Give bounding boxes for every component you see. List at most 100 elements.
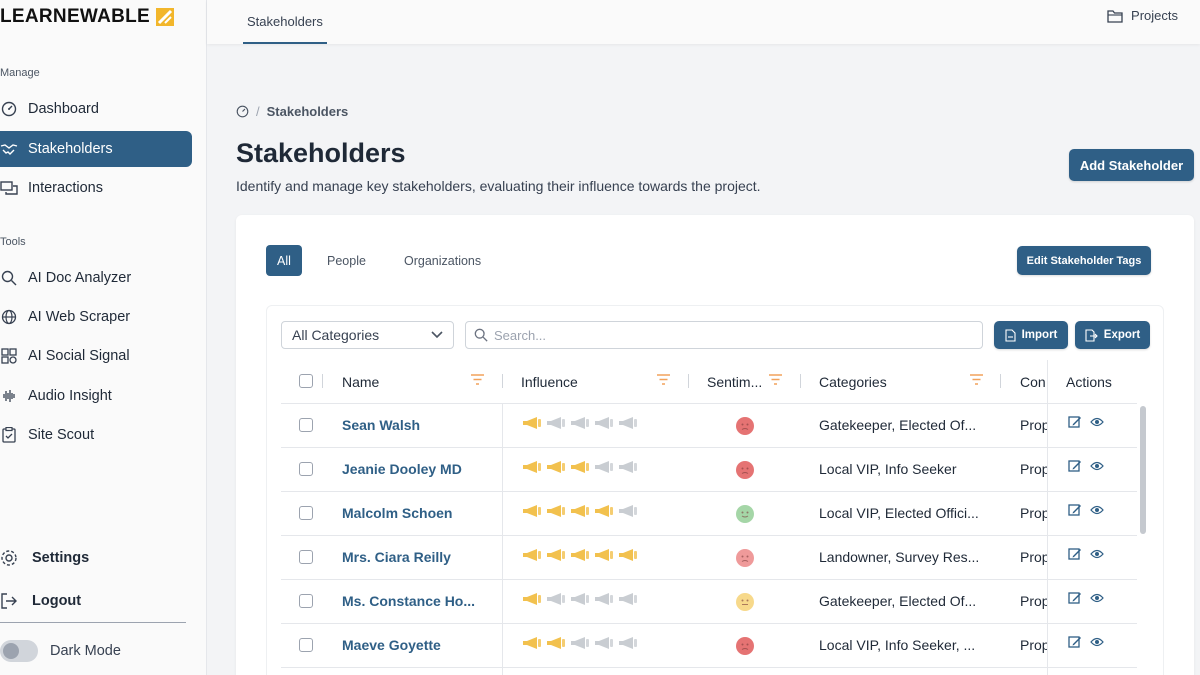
breadcrumb: / Stakeholders (236, 104, 348, 119)
categories-cell: Local VIP, Info Seeker (819, 461, 957, 477)
filter-icon[interactable] (657, 374, 670, 386)
add-stakeholder-button[interactable]: Add Stakeholder (1069, 149, 1194, 181)
row-checkbox[interactable] (299, 550, 313, 564)
sentiment-face-icon (736, 593, 754, 611)
edit-icon[interactable] (1068, 591, 1082, 610)
header-divider (502, 374, 503, 388)
view-eye-icon[interactable] (1090, 591, 1104, 610)
edit-icon[interactable] (1068, 503, 1082, 522)
sentiment-face-icon (736, 461, 754, 479)
tab-stakeholders[interactable]: Stakeholders (243, 0, 327, 44)
sidebar-item-logout[interactable]: Logout (0, 583, 192, 619)
view-eye-icon[interactable] (1090, 503, 1104, 522)
import-button[interactable]: Import (994, 321, 1068, 349)
edit-icon[interactable] (1068, 635, 1082, 654)
row-checkbox[interactable] (299, 594, 313, 608)
row-checkbox[interactable] (299, 506, 313, 520)
search-icon (474, 328, 488, 342)
column-header-sentiment[interactable]: Sentim... (707, 374, 762, 390)
row-separator (281, 491, 1137, 492)
sentiment-face-icon (736, 505, 754, 523)
stakeholder-name-link[interactable]: Malcolm Schoen (342, 505, 452, 521)
contact-cell: Prop (1020, 593, 1047, 609)
view-eye-icon[interactable] (1090, 415, 1104, 434)
influence-rating (521, 636, 639, 655)
filter-icon[interactable] (970, 374, 983, 386)
edit-icon[interactable] (1068, 547, 1082, 566)
filter-icon[interactable] (769, 374, 782, 386)
header-divider (800, 374, 801, 388)
row-checkbox[interactable] (299, 462, 313, 476)
sidebar-item-settings[interactable]: Settings (0, 540, 192, 576)
megaphone-empty-icon (593, 416, 615, 435)
home-icon[interactable] (236, 105, 249, 118)
column-header-contact[interactable]: Con (1020, 374, 1046, 390)
page-title: Stakeholders (236, 138, 406, 168)
stakeholder-name-link[interactable]: Ms. Constance Ho... (342, 593, 475, 609)
stakeholder-name-link[interactable]: Maeve Goyette (342, 637, 441, 653)
tab-people[interactable]: People (317, 245, 376, 276)
tab-all[interactable]: All (266, 245, 302, 276)
categories-cell: Gatekeeper, Elected Of... (819, 417, 977, 433)
stakeholder-name-link[interactable]: Jeanie Dooley MD (342, 461, 462, 477)
row-checkbox[interactable] (299, 638, 313, 652)
sidebar-item-dashboard[interactable]: Dashboard (0, 91, 192, 127)
column-header-name[interactable]: Name (342, 374, 379, 390)
search-input[interactable] (494, 327, 954, 343)
influence-rating (521, 548, 639, 567)
tab-organizations[interactable]: Organizations (394, 245, 491, 276)
contact-cell: Prop (1020, 505, 1047, 521)
edit-stakeholder-tags-button[interactable]: Edit Stakeholder Tags (1017, 246, 1151, 275)
edit-icon[interactable] (1068, 415, 1082, 434)
category-select[interactable]: All Categories (281, 321, 454, 349)
filter-icon[interactable] (471, 374, 484, 386)
sidebar-item-ai-web-scraper[interactable]: AI Web Scraper (0, 299, 192, 335)
view-eye-icon[interactable] (1090, 459, 1104, 478)
sidebar-item-stakeholders[interactable]: Stakeholders (0, 131, 192, 167)
select-all-checkbox[interactable] (299, 374, 313, 388)
row-actions (1068, 415, 1104, 434)
sidebar-item-label: Audio Insight (28, 388, 112, 404)
megaphone-empty-icon (617, 592, 639, 611)
settings-label: Settings (32, 550, 90, 566)
projects-menu[interactable]: Projects (1107, 8, 1178, 23)
edit-icon[interactable] (1068, 459, 1082, 478)
clipboard-icon (0, 426, 18, 444)
logout-icon (0, 592, 18, 610)
logout-label: Logout (32, 593, 82, 609)
breadcrumb-current: Stakeholders (266, 104, 349, 119)
sidebar: LEARNEWABLE Manage Dashboard Stakeholder… (0, 0, 207, 675)
dashboard-icon (0, 100, 18, 118)
megaphone-empty-icon (593, 592, 615, 611)
sidebar-item-interactions[interactable]: Interactions (0, 170, 192, 206)
sidebar-item-ai-doc-analyzer[interactable]: AI Doc Analyzer (0, 260, 192, 296)
sidebar-item-site-scout[interactable]: Site Scout (0, 417, 192, 453)
search-box[interactable] (465, 321, 983, 349)
stakeholder-name-link[interactable]: Sean Walsh (342, 417, 420, 433)
projects-label: Projects (1131, 8, 1178, 23)
stakeholder-name-link[interactable]: Mrs. Ciara Reilly (342, 549, 451, 565)
megaphone-filled-icon (521, 592, 543, 611)
view-eye-icon[interactable] (1090, 547, 1104, 566)
app-logo[interactable]: LEARNEWABLE (0, 6, 175, 28)
page-subtitle: Identify and manage key stakeholders, ev… (236, 178, 761, 194)
row-checkbox[interactable] (299, 418, 313, 432)
sidebar-item-audio-insight[interactable]: Audio Insight (0, 378, 192, 414)
header-bottom-border (281, 403, 1137, 404)
export-button[interactable]: Export (1075, 321, 1150, 349)
megaphone-empty-icon (545, 416, 567, 435)
column-header-influence[interactable]: Influence (521, 374, 578, 390)
view-eye-icon[interactable] (1090, 635, 1104, 654)
table-scrollbar[interactable] (1140, 406, 1146, 534)
categories-cell: Landowner, Survey Res... (819, 549, 980, 565)
sidebar-item-ai-social-signal[interactable]: AI Social Signal (0, 338, 192, 374)
column-header-categories[interactable]: Categories (819, 374, 887, 390)
folder-icon (1107, 9, 1123, 23)
dark-mode-toggle[interactable] (0, 640, 38, 662)
category-select-value: All Categories (292, 327, 380, 343)
row-actions (1068, 591, 1104, 610)
megaphone-empty-icon (617, 504, 639, 523)
megaphone-filled-icon (569, 460, 591, 479)
manage-section-label: Manage (0, 67, 40, 79)
megaphone-filled-icon (593, 548, 615, 567)
